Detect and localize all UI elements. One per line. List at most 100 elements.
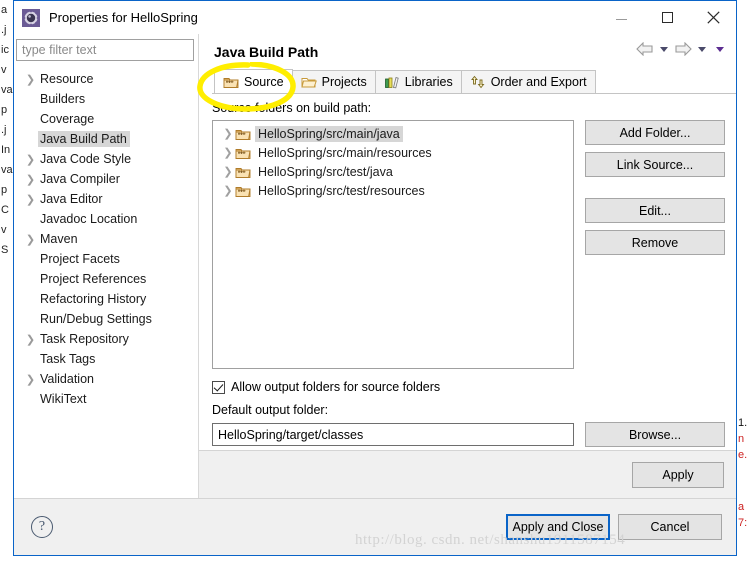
chevron-right-icon[interactable]: ❯ [23, 73, 38, 86]
sidebar-item-project-references[interactable]: Project References [14, 269, 198, 289]
bg-frag: a [1, 4, 8, 16]
tab-order-and-export[interactable]: Order and Export [460, 70, 596, 93]
sidebar-item-label: Java Editor [40, 192, 103, 206]
minimize-button[interactable] [598, 1, 644, 34]
sidebar-item-wikitext[interactable]: WikiText [14, 389, 198, 409]
filter-input[interactable]: type filter text [16, 39, 194, 61]
apply-and-close-button[interactable]: Apply and Close [506, 514, 610, 540]
apply-button[interactable]: Apply [632, 461, 724, 488]
chevron-right-icon[interactable]: ❯ [23, 193, 38, 206]
chevron-right-icon[interactable]: ❯ [23, 233, 38, 246]
tab-label: Order and Export [490, 75, 587, 89]
chevron-right-icon[interactable]: ❯ [23, 153, 38, 166]
browse-button[interactable]: Browse... [585, 422, 725, 447]
back-dropdown-caret-icon[interactable] [660, 46, 668, 52]
sidebar-item-refactoring-history[interactable]: Refactoring History [14, 289, 198, 309]
source-folder-icon [235, 127, 251, 141]
sidebar-item-java-compiler[interactable]: ❯ Java Compiler [14, 169, 198, 189]
sidebar-item-label: Java Build Path [38, 131, 130, 147]
remove-button[interactable]: Remove [585, 230, 725, 255]
source-folder-path: HelloSpring/src/main/resources [258, 145, 432, 160]
chevron-right-icon[interactable]: ❯ [23, 333, 38, 346]
chevron-right-icon[interactable]: ❯ [221, 146, 235, 159]
bg-frag: v [1, 224, 7, 236]
chevron-right-icon[interactable]: ❯ [221, 127, 235, 140]
list-item[interactable]: ❯ He [213, 162, 573, 181]
list-item[interactable]: ❯ He [213, 181, 573, 200]
list-item[interactable]: ❯ He [213, 143, 573, 162]
sidebar-item-java-build-path[interactable]: Java Build Path [14, 129, 198, 149]
dialog-body: type filter text ❯ Resource Builders Cov… [14, 34, 736, 498]
sidebar-item-label: Java Code Style [40, 152, 132, 166]
sidebar-item-label: Resource [40, 72, 94, 86]
chevron-right-icon[interactable]: ❯ [23, 373, 38, 386]
books-icon [384, 75, 400, 89]
tab-label: Libraries [404, 75, 453, 89]
sidebar-item-java-editor[interactable]: ❯ Java Editor [14, 189, 198, 209]
apply-strip: Apply [199, 450, 736, 498]
tab-label: Projects [321, 75, 367, 89]
maximize-icon [661, 12, 673, 23]
build-path-tabs: Source Projects Libraries Order and Expo… [212, 69, 736, 94]
edit-button[interactable]: Edit... [585, 198, 725, 223]
sidebar-item-javadoc-location[interactable]: Javadoc Location [14, 209, 198, 229]
sidebar-item-java-code-style[interactable]: ❯ Java Code Style [14, 149, 198, 169]
source-folder-path: HelloSpring/src/main/java [255, 125, 403, 142]
default-output-folder-value: HelloSpring/target/classes [218, 427, 364, 442]
navigation-controls [636, 42, 728, 56]
chevron-right-icon[interactable]: ❯ [23, 173, 38, 186]
sidebar-item-task-tags[interactable]: Task Tags [14, 349, 198, 369]
add-folder-button[interactable]: Add Folder... [585, 120, 725, 145]
sidebar-item-validation[interactable]: ❯ Validation [14, 369, 198, 389]
sidebar-item-task-repository[interactable]: ❯ Task Repository [14, 329, 198, 349]
sidebar-item-label: Coverage [40, 112, 95, 126]
forward-button[interactable] [674, 42, 692, 56]
sidebar-item-builders[interactable]: Builders [14, 89, 198, 109]
forward-dropdown-caret-icon[interactable] [698, 46, 706, 52]
background-left-edge: a .j ic v va p .j In va p C v S [0, 0, 14, 566]
bg-frag: va [1, 84, 13, 96]
default-output-folder-input[interactable]: HelloSpring/target/classes [212, 423, 574, 446]
bg-frag: p [1, 104, 8, 116]
sidebar-item-coverage[interactable]: Coverage [14, 109, 198, 129]
order-arrows-icon [470, 75, 486, 89]
filter-placeholder: type filter text [22, 43, 97, 57]
cancel-button[interactable]: Cancel [618, 514, 722, 540]
tab-projects[interactable]: Projects [291, 70, 376, 93]
source-folder-icon [235, 165, 251, 179]
dialog-title: Properties for HelloSpring [49, 10, 198, 25]
tab-source[interactable]: Source [214, 69, 293, 93]
allow-output-folders-checkbox[interactable] [212, 380, 225, 394]
bg-frag: .j [1, 24, 7, 36]
sidebar-item-label: Validation [40, 372, 94, 386]
source-folder-icon [235, 184, 251, 198]
sidebar-item-maven[interactable]: ❯ Maven [14, 229, 198, 249]
properties-gear-icon [22, 8, 40, 27]
chevron-right-icon[interactable]: ❯ [221, 184, 235, 197]
bg-frag: 1. [738, 417, 748, 429]
bg-frag: C [1, 204, 9, 216]
tab-libraries[interactable]: Libraries [374, 70, 462, 93]
link-source-button[interactable]: Link Source... [585, 152, 725, 177]
sidebar-item-label: Task Tags [40, 352, 96, 366]
open-folder-icon [300, 75, 317, 89]
back-button[interactable] [636, 42, 654, 56]
allow-output-folders-row[interactable]: Allow output folders for source folders [212, 380, 736, 394]
sidebar-item-resource[interactable]: ❯ Resource [14, 69, 198, 89]
sidebar-item-project-facets[interactable]: Project Facets [14, 249, 198, 269]
sidebar-item-run-debug-settings[interactable]: Run/Debug Settings [14, 309, 198, 329]
source-folder-icon [235, 146, 251, 160]
source-folders-list[interactable]: ❯ HelloSpring/src/main/java ❯ HelloSprin… [212, 120, 574, 369]
chevron-right-icon[interactable]: ❯ [221, 165, 235, 178]
dialog-footer: ? Apply and Close Cancel [14, 498, 736, 555]
default-output-folder-label: Default output folder: [212, 403, 329, 417]
source-tab-panel: Source folders on build path: ❯ HelloSpr… [199, 94, 736, 450]
list-item[interactable]: ❯ He [213, 124, 573, 143]
sidebar-item-label: Task Repository [40, 332, 129, 346]
view-menu-caret-icon[interactable] [716, 46, 724, 52]
help-icon[interactable]: ? [31, 516, 53, 538]
maximize-button[interactable] [644, 1, 690, 34]
sidebar-item-label: Builders [40, 92, 86, 106]
close-button[interactable] [690, 1, 736, 34]
source-folders-label: Source folders on build path: [212, 101, 372, 115]
